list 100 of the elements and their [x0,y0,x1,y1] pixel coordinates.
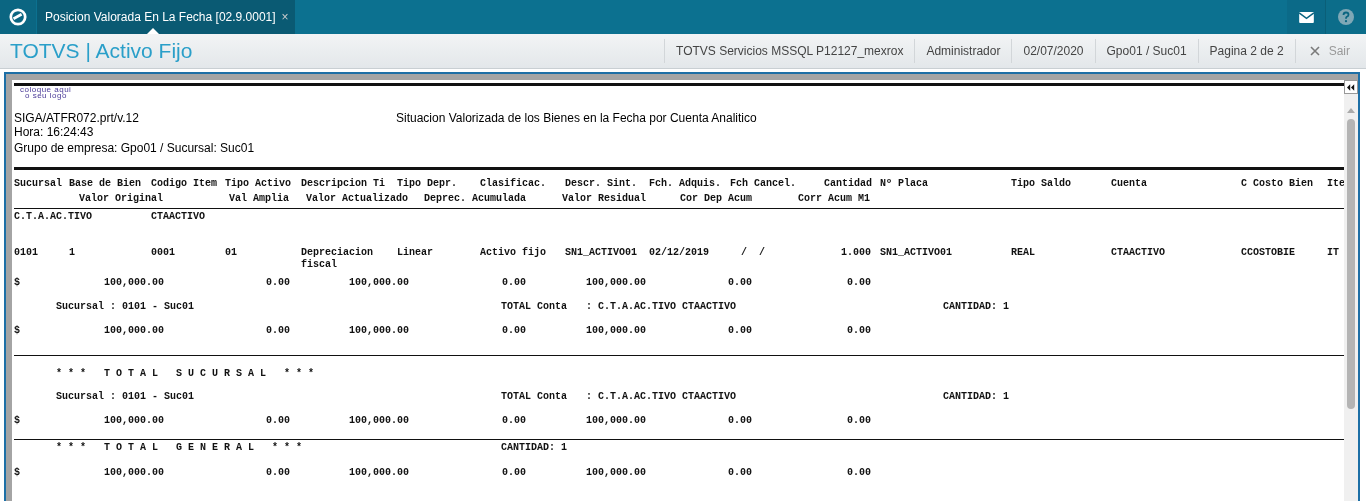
column-header: Ite [1327,178,1344,190]
column-header: Valor Original [79,193,164,205]
scroll-up-icon[interactable] [1347,108,1355,113]
mail-icon[interactable] [1298,11,1314,23]
report-cell-text: 1.000 [841,247,872,259]
report-tab[interactable]: Posicion Valorada En La Fecha [02.9.0001] × [37,0,295,34]
report-cell-text: 100,000.00 [586,325,647,337]
report-cell-text: REAL [1011,247,1036,259]
status-info: 02/07/2020 [1011,39,1095,63]
column-header: Val Amplia [229,193,290,205]
report-cell-text: 100,000.00 [586,467,647,479]
report-cell-text: TOTAL Conta [501,301,568,313]
status-info: Gpo01 / Suc01 [1094,39,1198,63]
report-cell-text: $ [14,415,21,427]
report-cell-text: 0.00 [502,415,527,427]
column-header: Clasificac. [480,178,547,190]
report-cell-text: Depreciacion fiscal [301,247,374,271]
report-cell-text: 100,000.00 [349,325,410,337]
app-title: TOTVS | Activo Fijo [9,39,193,63]
report-cell-text: CANTIDAD: 1 [943,301,1010,313]
report-cell-text: $ [14,467,21,479]
column-header: Valor Actualizado [306,193,410,205]
report-cell-text: 0.00 [728,415,753,427]
report-cell-text: 01 [225,247,238,259]
report-cell-text: 0.00 [266,325,291,337]
column-header: Tipo Saldo [1011,178,1072,190]
report-cell-text: 100,000.00 [349,467,410,479]
report-cell-text: 100,000.00 [104,325,165,337]
column-header: Base de Bien [69,178,142,190]
report-cell-text: Sucursal : 0101 - Suc01 [56,301,196,313]
report-cell-text: 100,000.00 [349,415,410,427]
tab-pointer-icon [147,28,159,34]
report-cell-text: Activo fijo [480,247,547,259]
report-cell-text: CTAACTIVO [1111,247,1166,259]
report-cell-text: 0.00 [502,277,527,289]
status-info: Administrador [914,39,1012,63]
total-heading: CANTIDAD: 1 [501,442,568,454]
report-cell-text: : C.T.A.AC.TIVO CTAACTIVO [586,391,738,403]
report-cell-text: IT [1327,247,1340,259]
report-cell-text: 02/12/2019 [649,247,710,259]
report-cell-text: $ [14,325,21,337]
column-header: Sucursal [14,178,63,190]
report-cell-text: 0.00 [266,277,291,289]
close-icon [1309,46,1320,56]
column-header: Deprec. Acumulada [424,193,528,205]
logo-text: o seu logo [25,93,67,99]
column-header: Corr Acum M1 [798,193,871,205]
report-cell-text: / / [741,247,766,259]
app-logo-icon[interactable] [9,8,27,26]
report-cell-text: 0.00 [847,277,872,289]
report-title: Situacion Valorizada de los Bienes en la Fecha por Cuenta Analitico [396,111,757,127]
report-cell-text: 0.00 [266,467,291,479]
report-cell-text: 0.00 [266,415,291,427]
help-icon[interactable] [1338,9,1354,25]
total-heading: * * * T O T A L S U C U R S A L * * * [56,368,316,380]
column-header: Cor Dep Acum [680,193,753,205]
double-arrow-icon [1347,83,1355,91]
report-info: Grupo de empresa: Gpo01 / Sucursal: Suc01 [14,141,256,155]
report-cell-text: $ [14,277,21,289]
scroll-thumb[interactable] [1347,119,1355,409]
report-cell-text: 0.00 [847,467,872,479]
report-cell-text: 0.00 [847,325,872,337]
logo-text: coloque aqui [20,87,72,93]
close-tab-button[interactable]: × [281,10,289,24]
column-header: Codigo Item [151,178,218,190]
column-header: Fch Cancel. [730,178,797,190]
report-cell-text: Sucursal : 0101 - Suc01 [56,391,196,403]
report-cell-text: SN1_ACTIVO01 [565,247,638,259]
report-cell-text: 1 [69,247,76,259]
status-info: TOTVS Servicios MSSQL P12127_mexrox [664,39,915,63]
column-header: Descripcion Ti [301,178,386,190]
collapse-button[interactable] [1344,80,1358,94]
report-cell-text: C.T.A.AC.TIVO [14,211,93,223]
column-header: Tipo Activo [225,178,292,190]
report-cell-text: 100,000.00 [104,467,165,479]
column-header: Valor Residual [562,193,647,205]
report-cell-text: 0.00 [728,467,753,479]
report-cell-text: 0101 [14,247,39,259]
report-cell-text: SN1_ACTIVO01 [880,247,953,259]
report-cell-text: 0.00 [847,415,872,427]
report-cell-text: : C.T.A.AC.TIVO CTAACTIVO [586,301,738,313]
column-header: Cantidad [824,178,873,190]
report-cell-text: 100,000.00 [104,277,165,289]
report-cell-text: 100,000.00 [586,415,647,427]
report-cell-text: 100,000.00 [104,415,165,427]
status-info: Pagina 2 de 2 [1197,39,1295,63]
column-header: Fch. Adquis. [649,178,722,190]
report-cell-text: 0.00 [502,325,527,337]
scrollbar[interactable] [1344,80,1358,501]
report-cell-text: CTAACTIVO [151,211,206,223]
report-cell-text: CCOSTOBIE [1241,247,1296,259]
report-info: SIGA/ATFR072.prt/v.12 [14,111,140,125]
report-cell-text: 0001 [151,247,176,259]
report-cell-text: 0.00 [502,467,527,479]
report-cell-text: Linear [397,247,434,259]
report-cell-text: 0.00 [728,277,753,289]
report-info: Hora: 16:24:43 [14,125,95,139]
column-header: Descr. Sint. [565,178,638,190]
column-header: Cuenta [1111,178,1148,190]
report-cell-text: CANTIDAD: 1 [943,391,1010,403]
